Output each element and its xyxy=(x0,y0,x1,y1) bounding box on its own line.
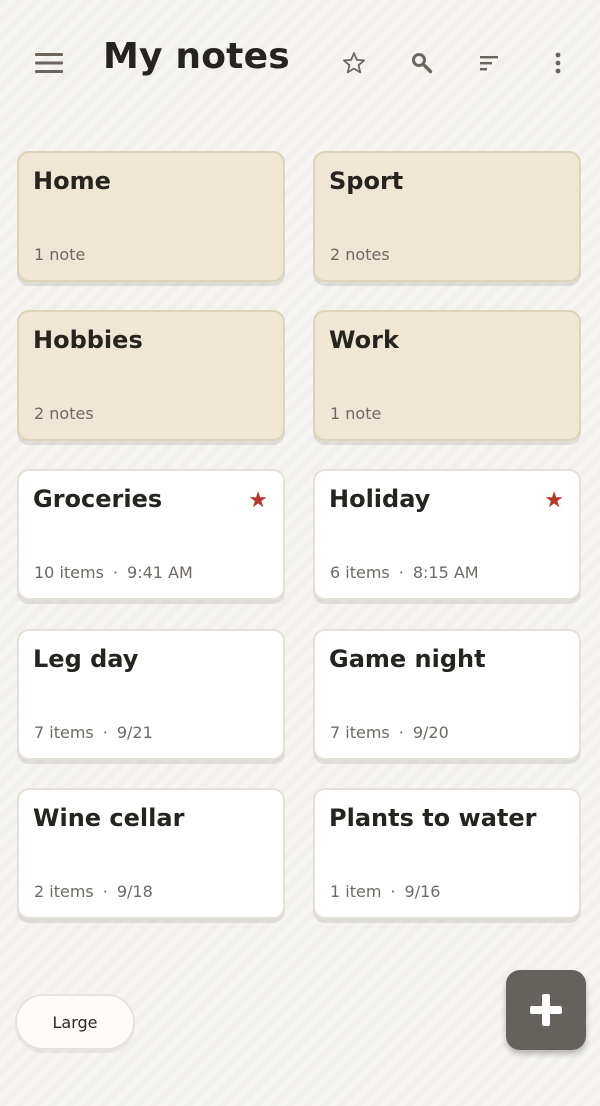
add-note-button[interactable] xyxy=(506,970,586,1050)
last-modified: 9/20 xyxy=(412,723,449,742)
list-card-leg-day[interactable]: Leg day 7 items · 9/21 xyxy=(17,629,285,760)
meta-separator: · xyxy=(102,882,108,901)
search-icon[interactable] xyxy=(398,39,446,87)
list-card-game-night[interactable]: Game night 7 items · 9/20 xyxy=(313,629,581,760)
folder-card-sport[interactable]: Sport 2 notes xyxy=(313,151,581,282)
meta-separator: · xyxy=(398,723,404,742)
list-card-groceries[interactable]: Groceries ★ 10 items · 9:41 AM xyxy=(17,469,285,600)
folder-note-count: 1 note xyxy=(34,245,86,264)
list-name: Wine cellar xyxy=(33,804,185,832)
folder-card-work[interactable]: Work 1 note xyxy=(313,310,581,441)
list-meta: 2 items · 9/18 xyxy=(34,882,153,901)
hamburger-menu-icon[interactable] xyxy=(25,39,73,87)
folder-card-home[interactable]: Home 1 note xyxy=(17,151,285,282)
last-modified: 9:41 AM xyxy=(127,563,193,582)
folder-note-count: 2 notes xyxy=(34,404,94,423)
folder-note-count: 2 notes xyxy=(330,245,390,264)
list-card-plants-to-water[interactable]: Plants to water 1 item · 9/16 xyxy=(313,788,581,919)
item-count: 7 items xyxy=(34,723,94,742)
meta-separator: · xyxy=(112,563,119,582)
top-app-bar: My notes xyxy=(0,0,600,125)
folder-name: Home xyxy=(33,167,111,195)
list-name: Groceries xyxy=(33,485,163,513)
folder-name: Hobbies xyxy=(33,326,143,354)
starred-icon: ★ xyxy=(248,487,268,512)
sort-icon[interactable] xyxy=(465,39,513,87)
meta-separator: · xyxy=(398,563,404,582)
plus-icon xyxy=(530,994,562,1026)
list-name: Game night xyxy=(329,645,486,673)
folder-name: Sport xyxy=(329,167,404,195)
star-outline-icon[interactable] xyxy=(330,39,378,87)
item-count: 10 items xyxy=(34,563,104,582)
item-count: 7 items xyxy=(330,723,390,742)
list-meta: 7 items · 9/21 xyxy=(34,723,153,742)
list-meta: 10 items · 9:41 AM xyxy=(34,563,193,582)
last-modified: 8:15 AM xyxy=(412,563,479,582)
last-modified: 9/21 xyxy=(116,723,153,742)
starred-icon: ★ xyxy=(544,487,564,512)
more-vertical-icon[interactable] xyxy=(534,39,582,87)
list-name: Holiday xyxy=(329,485,431,513)
meta-separator: · xyxy=(390,882,396,901)
folder-name: Work xyxy=(329,326,399,354)
list-meta: 1 item · 9/16 xyxy=(330,882,440,901)
list-meta: 7 items · 9/20 xyxy=(330,723,449,742)
last-modified: 9/18 xyxy=(116,882,153,901)
item-count: 2 items xyxy=(34,882,94,901)
folder-note-count: 1 note xyxy=(330,404,382,423)
card-size-toggle-button[interactable]: Large xyxy=(15,994,135,1050)
page-title: My notes xyxy=(103,36,290,77)
list-name: Plants to water xyxy=(329,804,537,832)
meta-separator: · xyxy=(102,723,108,742)
last-modified: 9/16 xyxy=(404,882,441,901)
list-name: Leg day xyxy=(33,645,139,673)
folder-card-hobbies[interactable]: Hobbies 2 notes xyxy=(17,310,285,441)
list-card-holiday[interactable]: Holiday ★ 6 items · 8:15 AM xyxy=(313,469,581,600)
list-meta: 6 items · 8:15 AM xyxy=(330,563,479,582)
item-count: 1 item xyxy=(330,882,382,901)
list-card-wine-cellar[interactable]: Wine cellar 2 items · 9/18 xyxy=(17,788,285,919)
item-count: 6 items xyxy=(330,563,390,582)
